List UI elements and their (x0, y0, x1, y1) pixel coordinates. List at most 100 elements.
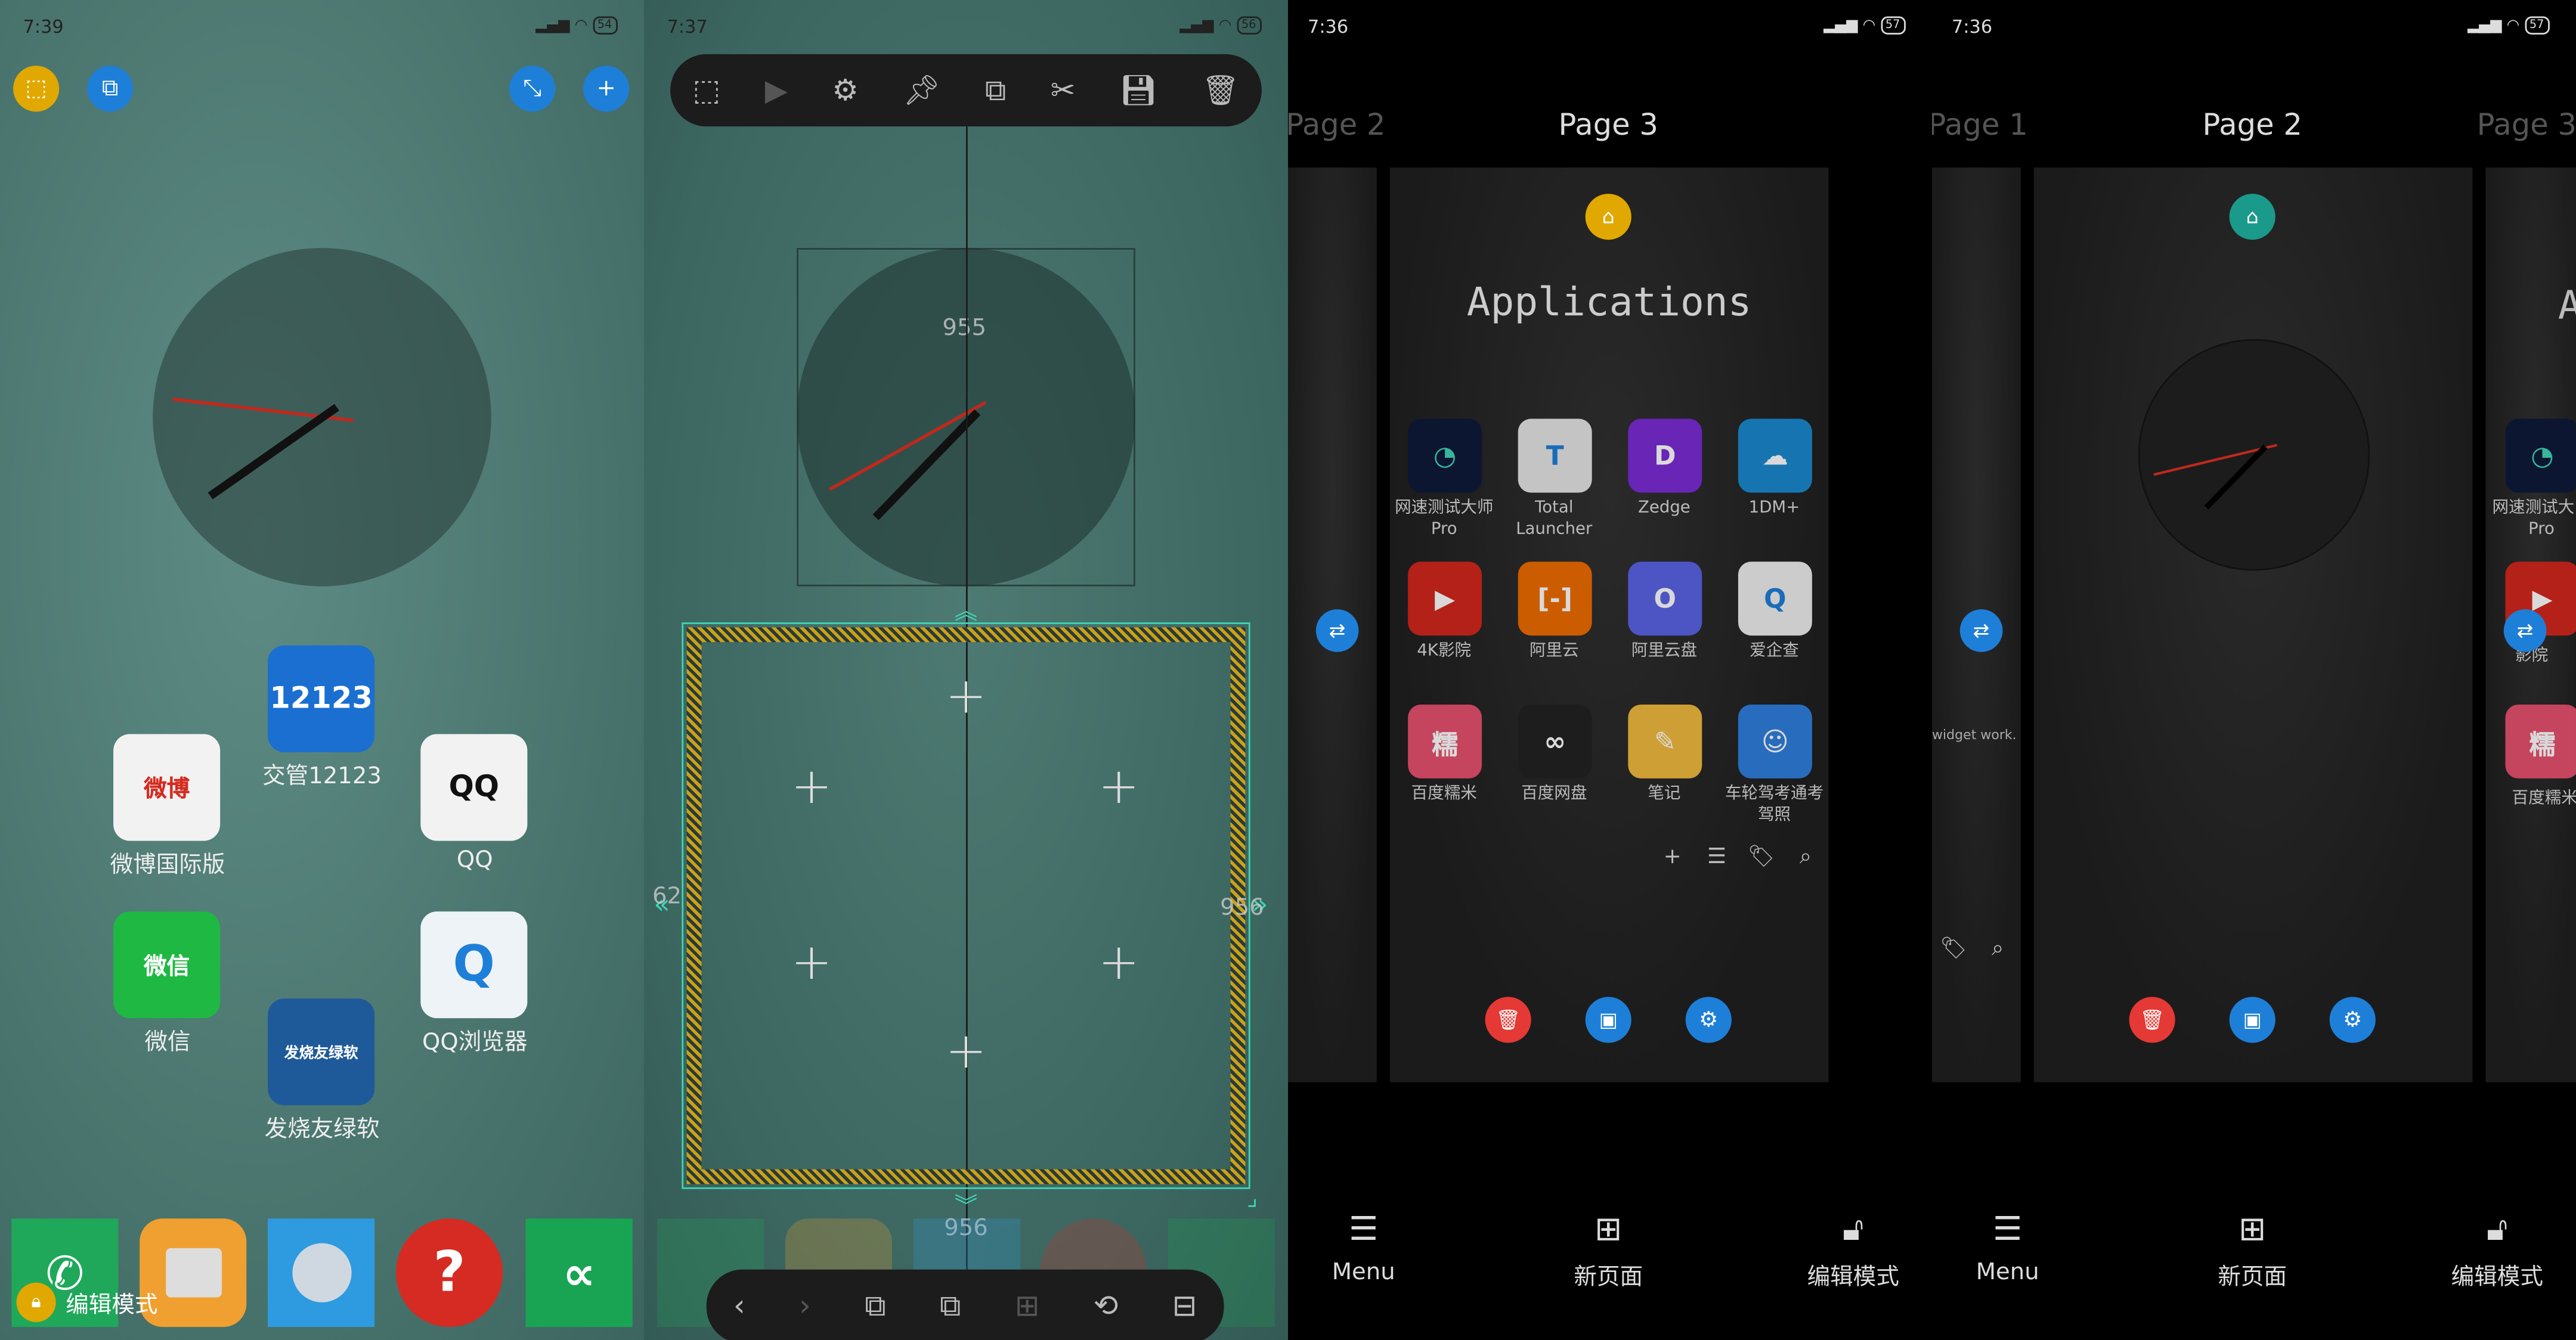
search-icon[interactable]: ⌕ (1800, 845, 1812, 869)
app-icon-weibo[interactable]: 微博 (113, 734, 221, 841)
dock-help[interactable]: ? (395, 1218, 503, 1327)
page-tab-prev[interactable]: Page 2 (1288, 108, 1386, 143)
add-cell-plus[interactable]: + (945, 672, 986, 723)
app-icon[interactable]: ∞ (1518, 704, 1592, 778)
swap-page-button[interactable]: ⇄ (1959, 609, 2003, 652)
swap-page-button[interactable]: ⇄ (2503, 609, 2547, 652)
send-backward-button[interactable]: ⧉ (940, 1289, 961, 1324)
rotate-icon: ⟲ (1093, 1289, 1119, 1324)
delete-page-button[interactable]: 🗑︎ (1485, 997, 1531, 1043)
home-page-button[interactable]: ⌂ (2229, 194, 2275, 240)
app-icon-12123[interactable]: 12123 (268, 645, 375, 752)
app-icon[interactable]: 糯 (1408, 704, 1482, 778)
dock-app[interactable]: ∝ (525, 1218, 633, 1327)
app-label: 交管12123 (262, 764, 382, 790)
collapse-button[interactable]: ⤡ (509, 66, 556, 112)
app-icon-fsylr[interactable]: 发烧友绿软 (268, 998, 375, 1106)
sort-icon[interactable]: ☰ (1707, 845, 1726, 869)
app-icon-wechat[interactable]: 微信 (113, 911, 221, 1019)
fit-grid-icon: ⊞ (1014, 1289, 1040, 1324)
add-button[interactable]: + (583, 66, 630, 112)
delete-page-button[interactable]: 🗑︎ (2129, 997, 2175, 1043)
app-icon[interactable]: ◔ (1408, 418, 1482, 493)
edit-mode-toggle[interactable]: 🔒︎ (16, 1282, 56, 1322)
cut-button[interactable]: ✂ (1051, 73, 1076, 108)
select-all-button[interactable]: ⬚ (692, 73, 720, 108)
page-card-current[interactable]: ⌂ (2033, 168, 2473, 1082)
menu-button[interactable]: ☰ Menu (1332, 1211, 1395, 1286)
app-icon[interactable]: ▶ (1408, 562, 1482, 636)
page-settings-button[interactable]: ⚙ (1685, 997, 1732, 1043)
copy-button[interactable]: ⧉ (985, 73, 1006, 108)
pin-button[interactable]: 📌︎ (903, 73, 940, 108)
app-icon-qq-browser[interactable]: Q (420, 911, 528, 1019)
play-button[interactable]: ▶ (765, 73, 788, 108)
delete-icon: 🗑︎ (2140, 1008, 2165, 1032)
status-icons: ▂▄▆ ◠ 56 (1179, 16, 1261, 35)
clock-width-readout: 955 (942, 315, 987, 342)
wallpaper-button[interactable]: ▣ (1585, 997, 1631, 1043)
wallpaper-icon: ▣ (1599, 1008, 1618, 1032)
wallpaper-button[interactable]: ▣ (2229, 997, 2275, 1043)
fit-grid-button[interactable]: ⊞ (1015, 1289, 1040, 1324)
page-card-current[interactable]: ⌂ Applications + ☰ 🏷︎ ⌕ ◔ 网速测试大师 Pro T Tota… (1389, 168, 1829, 1082)
add-icon[interactable]: + (1664, 845, 1682, 869)
back-button[interactable]: ‹ (733, 1289, 745, 1324)
app-label: QQ浏览器 (422, 1029, 528, 1056)
add-cell-plus[interactable]: + (1098, 939, 1140, 989)
app-icon[interactable]: T (1518, 418, 1592, 493)
page-tab-current[interactable]: Page 2 (2203, 108, 2302, 143)
page-tab-prev[interactable]: Page 1 (1932, 108, 2028, 143)
edit-mode-button[interactable]: 🔓︎ 编辑模式 (1807, 1211, 1899, 1293)
tag-icon[interactable]: 🏷︎ (1940, 937, 1967, 961)
app-icon-partial[interactable]: ◔ (2505, 418, 2576, 493)
page-tab-next[interactable]: Page 3 (2477, 108, 2576, 143)
status-time: 7:37 (667, 16, 708, 38)
add-cell-plus[interactable]: + (791, 939, 832, 989)
widget-hint-text: widget work. (1931, 727, 2017, 743)
add-cell-plus[interactable]: + (1098, 763, 1140, 813)
resize-button[interactable]: ⧉ (87, 66, 134, 112)
add-cell-plus[interactable]: + (791, 763, 832, 813)
new-page-button[interactable]: ⊞ 新页面 (2218, 1211, 2287, 1293)
delete-button[interactable]: 🗑︎ (1202, 73, 1239, 108)
page-tab-current[interactable]: Page 3 (1559, 108, 1658, 143)
select-button[interactable]: ⬚ (13, 66, 60, 112)
app-icon[interactable]: ☺ (1738, 704, 1812, 778)
settings-button[interactable]: ⚙ (832, 73, 858, 108)
forward-button[interactable]: › (799, 1289, 811, 1324)
rotate-button[interactable]: ⟲ (1094, 1289, 1119, 1324)
menu-button[interactable]: ☰ Menu (1976, 1211, 2039, 1286)
app-icon-qq[interactable]: QQ (420, 734, 528, 841)
home-page-button[interactable]: ⌂ (1585, 194, 1631, 240)
dock-browser[interactable] (268, 1218, 375, 1327)
swap-page-button[interactable]: ⇄ (1315, 609, 1359, 652)
new-page-button[interactable]: ⊞ 新页面 (1574, 1211, 1643, 1293)
app-icon-partial[interactable]: 糯 (2505, 704, 2576, 778)
bring-forward-button[interactable]: ⧉ (865, 1289, 886, 1324)
swap-icon: ⇄ (1973, 619, 1990, 643)
save-button[interactable]: 💾︎ (1120, 73, 1157, 108)
search-icon[interactable]: ⌕ (1992, 937, 2004, 961)
edit-mode-button[interactable]: 🔓︎ 编辑模式 (2451, 1211, 2543, 1293)
app-icon[interactable]: ☁ (1738, 418, 1812, 493)
app-icon[interactable]: ✎ (1628, 704, 1702, 778)
add-cell-plus[interactable]: + (945, 1027, 986, 1078)
resize-top-handle[interactable]: ︽ (955, 594, 978, 627)
lock-icon: 🔒︎ (31, 1291, 41, 1313)
align-center-button[interactable]: ⊟ (1172, 1289, 1197, 1324)
app-icon[interactable]: Q (1738, 562, 1812, 636)
status-time: 7:39 (23, 16, 64, 38)
tag-icon[interactable]: 🏷︎ (1748, 845, 1775, 869)
resize-corner-handle[interactable]: ⌟ (1247, 1186, 1258, 1212)
app-label: 百度糯米 (1411, 784, 1477, 804)
clock-widget[interactable] (148, 243, 496, 591)
clock-widget[interactable] (2137, 339, 2370, 572)
app-icon[interactable]: D (1628, 418, 1702, 493)
menu-label: Menu (1332, 1260, 1395, 1286)
app-icon[interactable]: O (1628, 562, 1702, 636)
page-settings-button[interactable]: ⚙ (2329, 997, 2376, 1043)
app-icon[interactable]: [-] (1518, 562, 1592, 636)
app-label: 网速测试大师 Pro (1395, 499, 1494, 539)
settings-icon: ⚙ (1699, 1007, 1719, 1032)
